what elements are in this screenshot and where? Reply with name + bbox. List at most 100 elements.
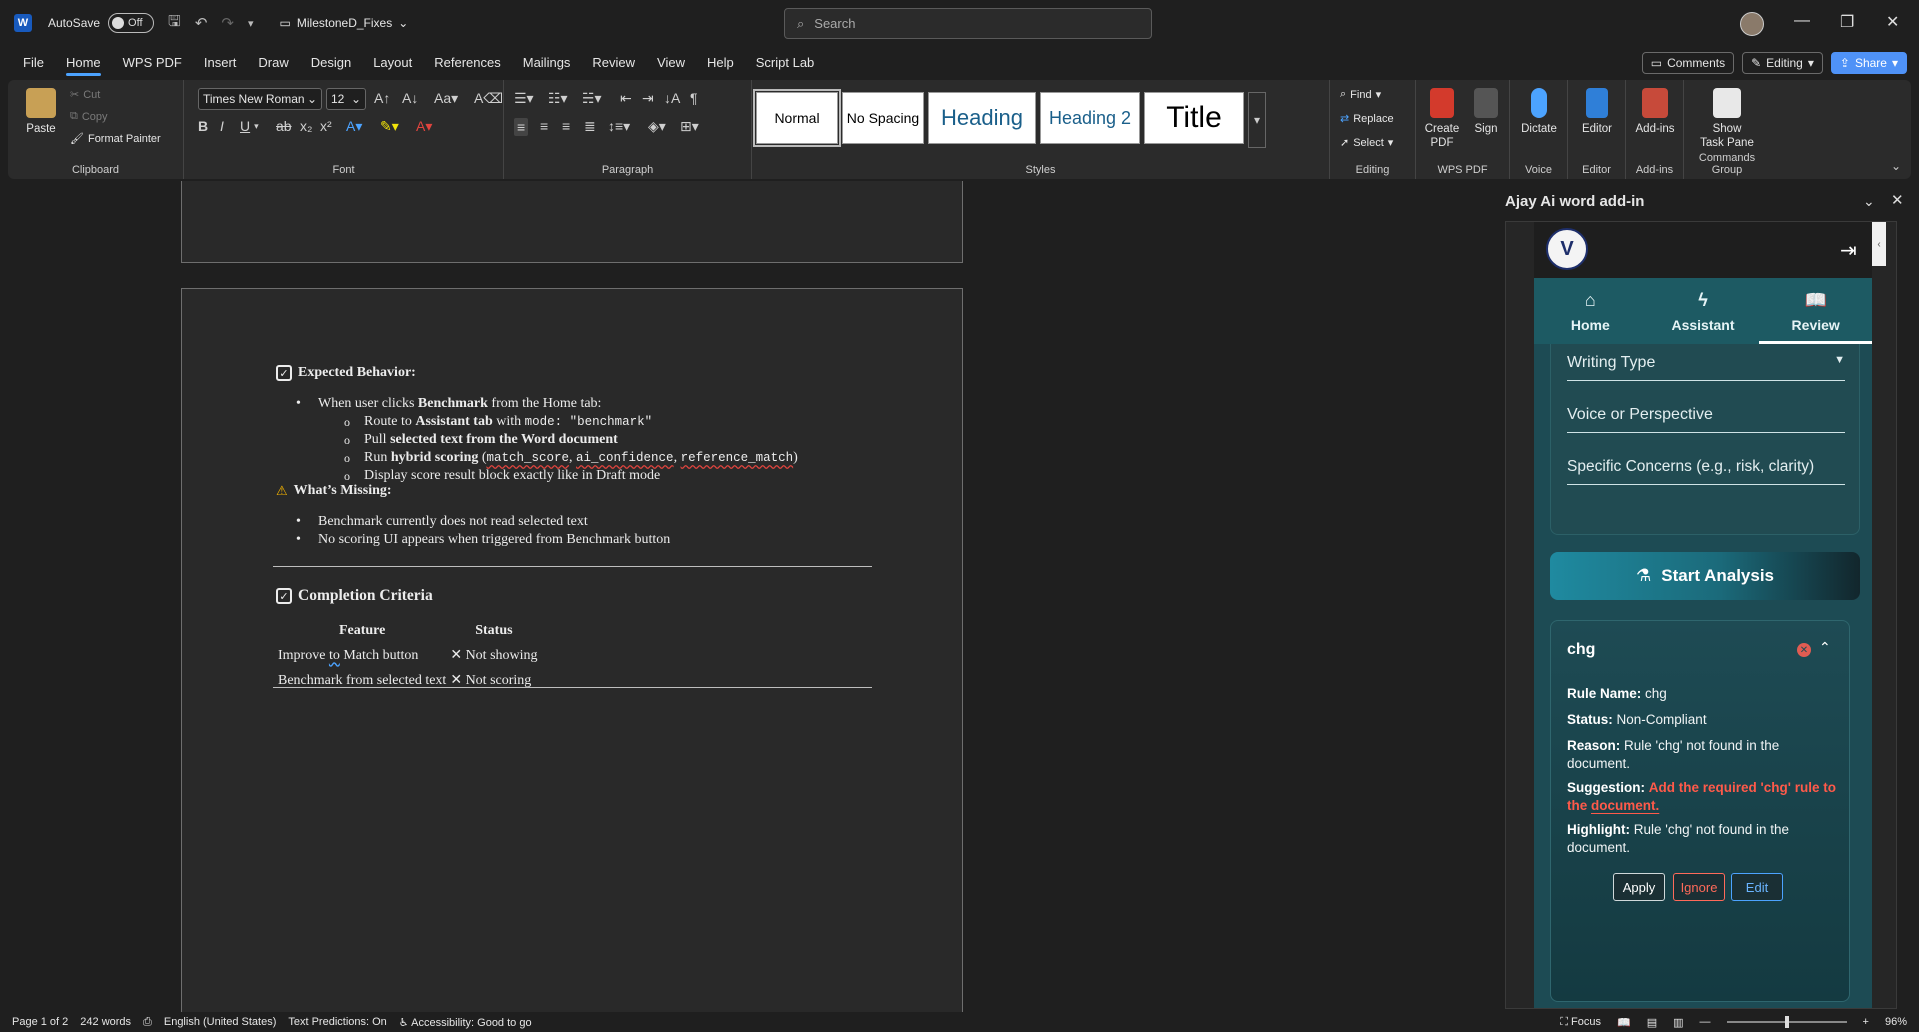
multilevel-list-button[interactable]: ☵▾ [582, 90, 602, 107]
tab-layout[interactable]: Layout [362, 50, 423, 76]
word-count[interactable]: 242 words [80, 1016, 131, 1028]
zoom-slider[interactable] [1726, 1016, 1847, 1028]
addins-button[interactable]: Add-ins [1632, 88, 1678, 136]
search-input[interactable]: ⌕ Search [784, 8, 1152, 39]
print-layout-icon[interactable]: ▤ [1647, 1016, 1657, 1029]
tab-references[interactable]: References [423, 50, 511, 76]
show-marks-button[interactable]: ¶ [690, 90, 698, 106]
editor-button[interactable]: Editor [1574, 88, 1620, 136]
subscript-button[interactable]: x₂ [300, 118, 312, 134]
writing-type-select[interactable]: Writing Type ▼ [1567, 354, 1845, 381]
tab-design[interactable]: Design [300, 50, 362, 76]
comments-button[interactable]: ▭ Comments [1641, 52, 1735, 74]
share-button[interactable]: ⇪ Share ▾ [1830, 52, 1907, 74]
ribbon-collapse-icon[interactable]: ⌄ [1891, 159, 1901, 173]
edit-button[interactable]: Edit [1731, 873, 1783, 901]
tab-help[interactable]: Help [696, 50, 745, 76]
styles-more-icon[interactable]: ▾ [1248, 92, 1266, 148]
superscript-button[interactable]: x² [320, 118, 332, 134]
shading-button[interactable]: ◈▾ [648, 118, 666, 135]
customize-qat-icon[interactable]: ▾ [248, 17, 254, 30]
style-no-spacing[interactable]: No Spacing [842, 92, 924, 144]
addin-tab-review[interactable]: 📖 Review [1759, 278, 1872, 344]
web-layout-icon[interactable]: ▥ [1673, 1016, 1683, 1029]
addin-tab-home[interactable]: ⌂ Home [1534, 278, 1647, 344]
minimize-icon[interactable]: — [1794, 12, 1810, 30]
tab-view[interactable]: View [646, 50, 696, 76]
redo-icon[interactable]: ↷ [221, 14, 234, 32]
underline-button[interactable]: U ▾ [240, 118, 259, 134]
style-heading-2[interactable]: Heading 2 [1040, 92, 1140, 144]
tab-file[interactable]: File [12, 50, 55, 76]
shrink-font-button[interactable]: A↓ [402, 90, 418, 106]
style-heading[interactable]: Heading [928, 92, 1036, 144]
tab-mailings[interactable]: Mailings [512, 50, 582, 76]
strikethrough-button[interactable]: ab [276, 118, 292, 134]
collapse-chevron-icon[interactable]: ⌃ [1819, 639, 1831, 656]
show-task-pane-button[interactable]: Show Task Pane [1690, 88, 1764, 150]
page-count[interactable]: Page 1 of 2 [12, 1016, 68, 1028]
font-color-button[interactable]: A▾ [416, 118, 432, 135]
justify-button[interactable]: ≣ [584, 118, 596, 135]
apply-button[interactable]: Apply [1613, 873, 1665, 901]
format-painter-button[interactable]: 🖌 Format Painter [70, 132, 161, 146]
text-effects-button[interactable]: A▾ [346, 118, 362, 135]
paste-button[interactable]: Paste [18, 88, 64, 136]
bullets-button[interactable]: ☰▾ [514, 90, 534, 107]
decrease-indent-button[interactable]: ⇤ [620, 90, 632, 107]
text-predictions[interactable]: Text Predictions: On [288, 1016, 386, 1028]
zoom-level[interactable]: 96% [1885, 1016, 1907, 1028]
align-left-button[interactable]: ≡ [514, 118, 529, 136]
language[interactable]: English (United States) [164, 1016, 277, 1028]
avatar[interactable] [1740, 12, 1764, 36]
tab-wps-pdf[interactable]: WPS PDF [112, 50, 193, 76]
zoom-out-icon[interactable]: — [1700, 1016, 1711, 1028]
clear-formatting-button[interactable]: A⌫ [474, 90, 503, 107]
tab-insert[interactable]: Insert [193, 50, 248, 76]
tab-script-lab[interactable]: Script Lab [745, 50, 826, 76]
line-spacing-button[interactable]: ↕≡▾ [608, 118, 630, 135]
bold-button[interactable]: B [198, 118, 208, 134]
proofing-icon[interactable]: ⎙ [143, 1016, 152, 1029]
align-right-button[interactable]: ≡ [562, 118, 570, 134]
copy-button[interactable]: ⧉ Copy [70, 110, 108, 123]
tab-review[interactable]: Review [581, 50, 646, 76]
style-title[interactable]: Title [1144, 92, 1244, 144]
specific-concerns-input[interactable]: Specific Concerns (e.g., risk, clarity) [1567, 458, 1845, 485]
tab-home[interactable]: Home [55, 50, 112, 76]
autosave-toggle[interactable]: Off [108, 13, 155, 33]
font-family-select[interactable]: Times New Roman ⌄ [198, 88, 322, 110]
ignore-button[interactable]: Ignore [1673, 873, 1725, 901]
select-button[interactable]: ➚ Select ▾ [1340, 136, 1393, 150]
cut-button[interactable]: ✂ Cut [70, 88, 100, 102]
grow-font-button[interactable]: A↑ [374, 90, 390, 106]
replace-button[interactable]: ⇄ Replace [1340, 112, 1394, 126]
focus-button[interactable]: ⛶ Focus [1560, 1016, 1601, 1029]
pane-options-icon[interactable]: ⌄ [1863, 193, 1875, 210]
zoom-thumb[interactable] [1784, 1016, 1789, 1028]
increase-indent-button[interactable]: ⇥ [642, 90, 654, 107]
change-case-button[interactable]: Aa▾ [434, 90, 458, 107]
align-center-button[interactable]: ≡ [540, 118, 548, 134]
accessibility-status[interactable]: ♿︎ Accessibility: Good to go [399, 1016, 532, 1029]
style-normal[interactable]: Normal [753, 89, 841, 147]
start-analysis-button[interactable]: ⚗ Start Analysis [1550, 552, 1860, 600]
borders-button[interactable]: ⊞▾ [680, 118, 699, 135]
restore-icon[interactable]: ❐ [1840, 12, 1854, 32]
dismiss-icon[interactable]: ✕ [1797, 643, 1811, 657]
document-canvas[interactable]: ✓ Expected Behavior: When user clicks Be… [0, 181, 1505, 1012]
sign-button[interactable]: Sign [1466, 88, 1506, 136]
undo-icon[interactable]: ↶ [195, 14, 208, 32]
sort-button[interactable]: ↓A [664, 90, 680, 106]
scrollbar[interactable]: ‹ [1872, 222, 1886, 266]
italic-button[interactable]: I [220, 118, 224, 134]
logout-icon[interactable]: ⇥ [1840, 238, 1857, 263]
find-button[interactable]: ⌕ Find ▾ [1340, 88, 1381, 101]
numbering-button[interactable]: ☷▾ [548, 90, 568, 107]
create-pdf-button[interactable]: Create PDF [1422, 88, 1462, 150]
document-name[interactable]: ▭ MilestoneD_Fixes ⌄ [280, 16, 409, 30]
voice-perspective-input[interactable]: Voice or Perspective [1567, 406, 1845, 433]
pane-close-icon[interactable]: ✕ [1891, 191, 1904, 209]
save-icon[interactable]: 🖫 [168, 11, 181, 36]
read-mode-icon[interactable]: 📖 [1617, 1016, 1631, 1029]
